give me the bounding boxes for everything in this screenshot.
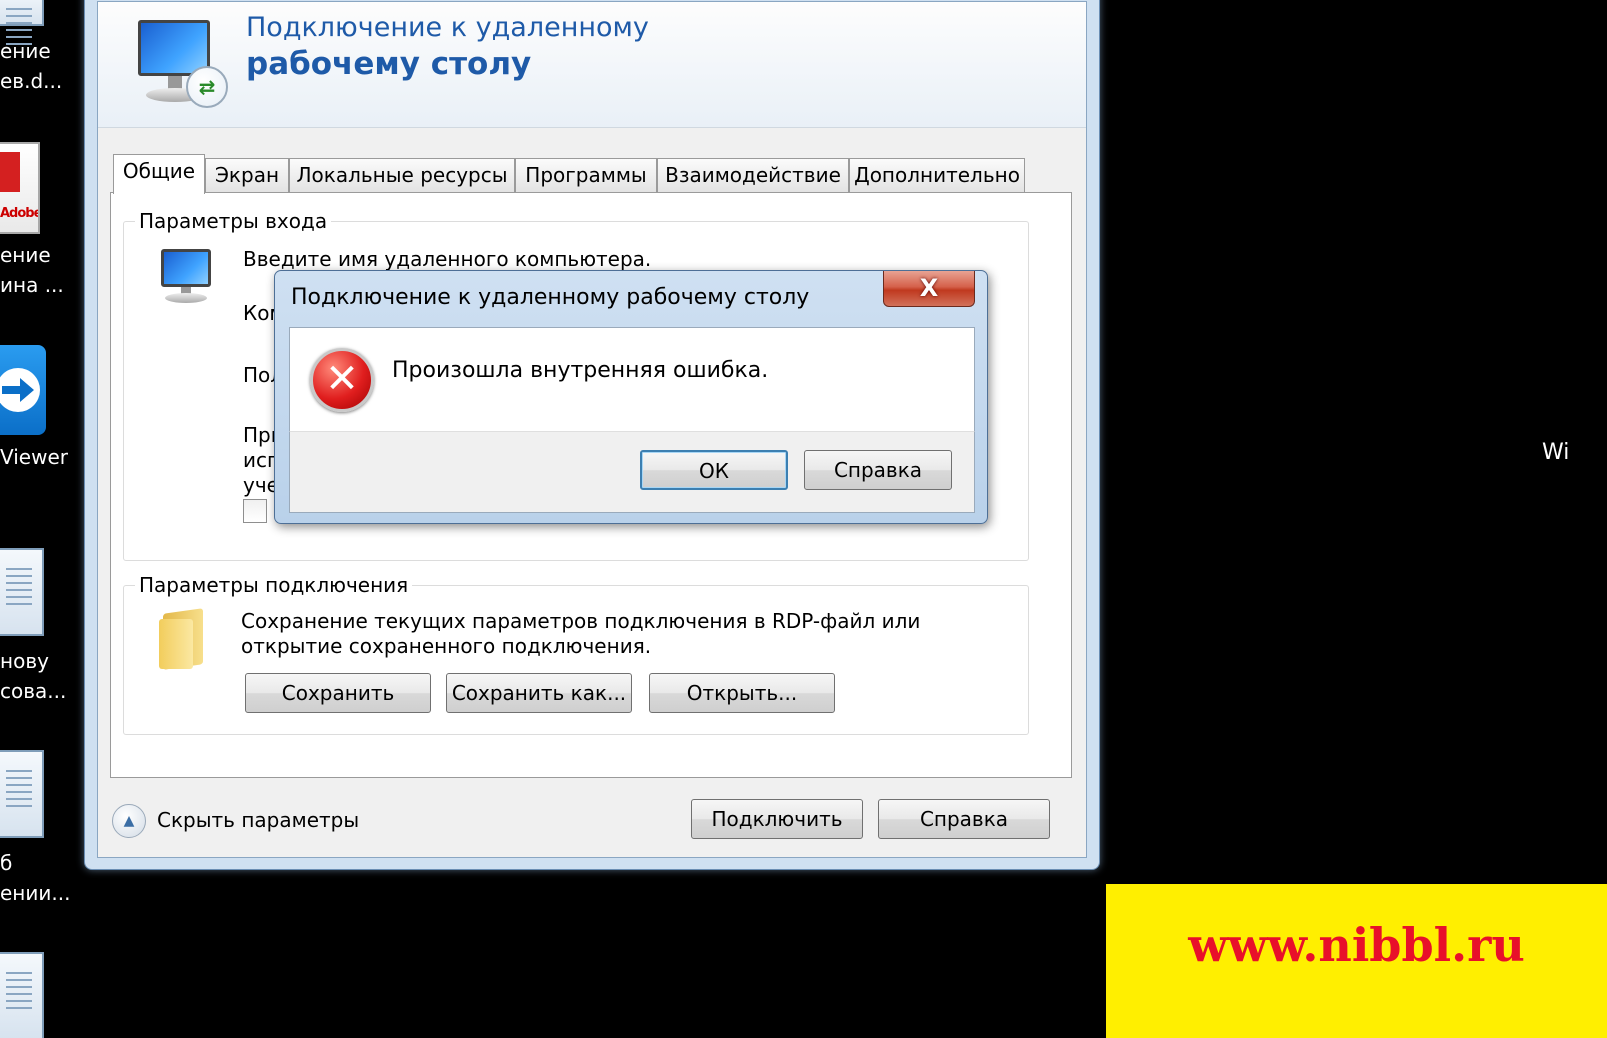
save-as-button[interactable]: Сохранить как... (446, 673, 632, 713)
desktop-doc-icon[interactable] (0, 0, 44, 48)
rdp-monitor-icon: ⇄ (130, 14, 228, 110)
tab-advanced[interactable]: Дополнительно (849, 158, 1025, 192)
pdf-icon-label: Adobe (0, 206, 40, 221)
computer-icon (155, 247, 219, 307)
error-dialog-body: ✕ Произошла внутренняя ошибка. (289, 327, 975, 431)
desktop-icon-label: ение (0, 243, 51, 267)
desktop-icon-label: ев.d... (0, 69, 63, 93)
tab-local-resources[interactable]: Локальные ресурсы (289, 158, 515, 192)
error-icon: ✕ (310, 348, 374, 412)
watermark-banner: www.nibbl.ru (1106, 884, 1607, 1038)
error-message: Произошла внутренняя ошибка. (392, 358, 769, 383)
open-button[interactable]: Открыть... (649, 673, 835, 713)
ok-button[interactable]: ОК (640, 450, 788, 490)
banner-title-line1: Подключение к удаленному (246, 12, 649, 43)
desktop-icon-label: ина ... (0, 273, 64, 297)
hide-options-link[interactable]: Скрыть параметры (157, 808, 359, 832)
close-icon[interactable]: X (883, 271, 975, 307)
connect-button[interactable]: Подключить (691, 799, 863, 839)
error-dialog-footer: ОК Справка (289, 431, 975, 513)
rdp-banner: ⇄ Подключение к удаленному рабочему стол… (98, 2, 1086, 128)
banner-title-line2: рабочему столу (246, 46, 532, 82)
teamviewer-icon[interactable] (0, 345, 46, 435)
desktop-icon-label: б (0, 851, 13, 875)
desktop-icon-label: ение (0, 39, 51, 63)
error-dialog: Подключение к удаленному рабочему столу … (274, 270, 988, 524)
error-dialog-title: Подключение к удаленному рабочему столу (291, 285, 810, 310)
folder-icon (159, 608, 207, 670)
hide-options-arrow-icon[interactable]: ▲ (112, 804, 146, 838)
remote-computer-prompt: Введите имя удаленного компьютера. (243, 247, 652, 271)
desktop-icon-label: сова... (0, 679, 67, 703)
desktop-doc-icon[interactable] (0, 548, 44, 636)
tab-display[interactable]: Экран (205, 158, 289, 192)
connection-settings-description: Сохранение текущих параметров подключени… (241, 609, 921, 633)
desktop-doc-icon[interactable] (0, 750, 44, 838)
desktop-pdf-icon[interactable]: Adobe (0, 142, 40, 234)
watermark-text: www.nibbl.ru (1188, 918, 1525, 972)
desktop-icon-label: Wi (1542, 440, 1570, 465)
tab-experience[interactable]: Взаимодействие (657, 158, 849, 192)
connection-settings-title: Параметры подключения (135, 573, 413, 597)
desktop-icon-label: Viewer (0, 445, 68, 469)
desktop-doc-icon[interactable] (0, 952, 44, 1038)
tab-general[interactable]: Общие (113, 154, 205, 194)
help-button[interactable]: Справка (878, 799, 1050, 839)
tab-programs[interactable]: Программы (515, 158, 657, 192)
desktop-icon-label: нову (0, 649, 49, 673)
desktop-icon-label: ении... (0, 881, 71, 905)
rdp-arrows-icon: ⇄ (186, 66, 228, 108)
allow-save-credentials-checkbox[interactable] (243, 499, 267, 523)
connection-settings-description: открытие сохраненного подключения. (241, 634, 652, 658)
save-button[interactable]: Сохранить (245, 673, 431, 713)
dialog-help-button[interactable]: Справка (804, 450, 952, 490)
login-settings-title: Параметры входа (135, 209, 332, 233)
